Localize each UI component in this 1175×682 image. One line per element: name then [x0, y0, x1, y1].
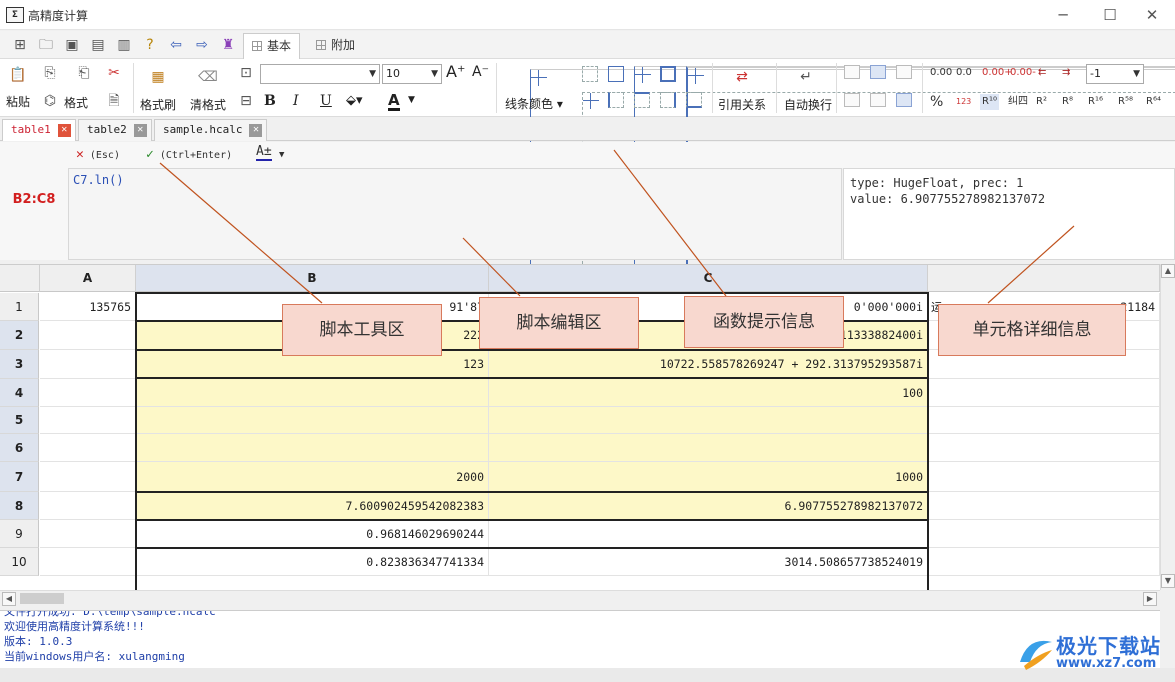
annotation-function-hint: 函数提示信息 — [684, 296, 844, 348]
watermark-logo-icon — [1020, 640, 1052, 670]
annotation-cell-detail: 单元格详细信息 — [938, 304, 1126, 356]
annotation-line — [159, 162, 323, 304]
watermark: 极光下载站 www.xz7.com — [1016, 630, 1166, 674]
watermark-name: 极光下载站 — [1056, 634, 1161, 658]
annotation-script-editor: 脚本编辑区 — [479, 297, 639, 349]
annotation-line — [462, 237, 521, 297]
watermark-url: www.xz7.com — [1056, 656, 1157, 671]
annotation-line — [987, 225, 1075, 304]
annotation-script-toolbar: 脚本工具区 — [282, 304, 442, 356]
annotation-line — [613, 149, 727, 297]
